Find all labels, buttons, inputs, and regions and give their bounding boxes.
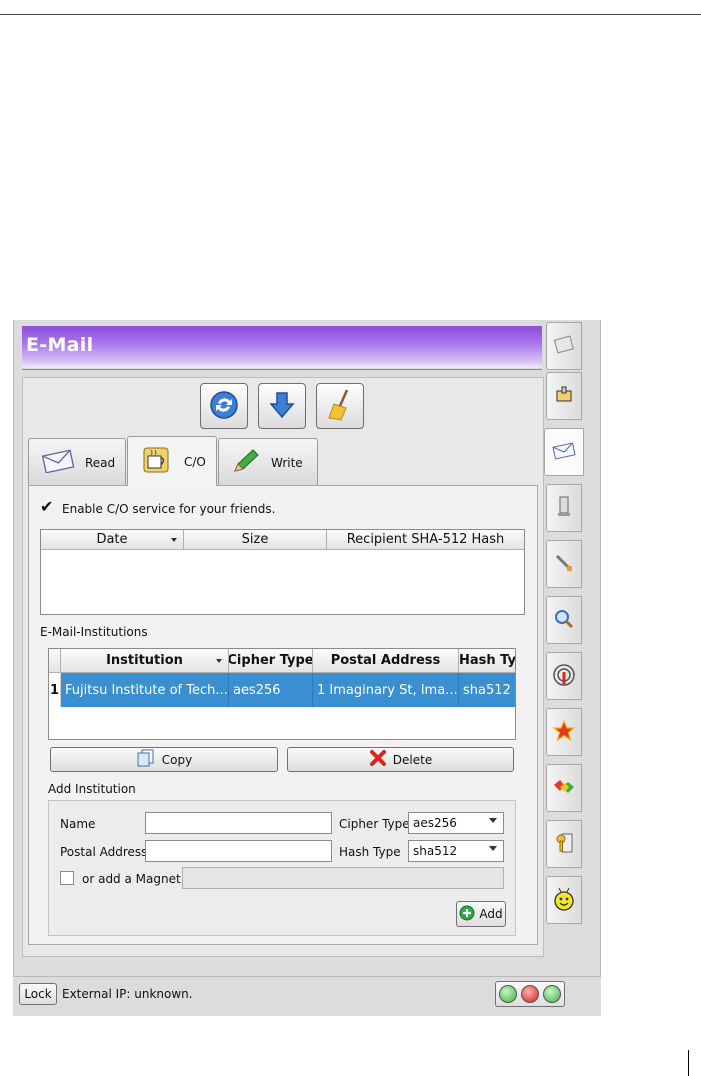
tab-co-label: C/O: [184, 454, 206, 469]
postal-address-input[interactable]: [145, 840, 332, 862]
sidebar-item-chat[interactable]: [546, 876, 582, 924]
green-status-light-icon[interactable]: [499, 985, 517, 1003]
add-institution-group-label: Add Institution: [48, 782, 136, 796]
tab-read-label: Read: [85, 455, 116, 470]
sidebar-item-listeners[interactable]: [546, 484, 582, 532]
header-banner: [22, 326, 542, 368]
download-arrow-icon: [267, 390, 297, 423]
name-input[interactable]: [145, 812, 332, 834]
cable-icon: [553, 552, 575, 577]
column-header-date[interactable]: Date: [41, 530, 184, 550]
sidebar-item-starbeam[interactable]: [546, 708, 582, 756]
name-label: Name: [60, 817, 96, 831]
table-cell-hash[interactable]: sha512: [459, 673, 515, 707]
column-header-recipient-hash[interactable]: Recipient SHA-512 Hash: [327, 530, 524, 550]
key-icon: [553, 831, 575, 858]
magnet-checkbox[interactable]: [60, 871, 74, 885]
id-card-icon: [553, 385, 575, 408]
enable-co-label: Enable C/O service for your friends.: [62, 502, 276, 516]
external-ip-status: External IP: unknown.: [62, 987, 193, 1001]
tab-write-label: Write: [271, 455, 303, 470]
sidebar-item-rosetta[interactable]: [546, 764, 582, 812]
sidebar-item-news[interactable]: [546, 322, 582, 370]
search-icon: [553, 608, 575, 633]
sort-down-icon: [171, 538, 177, 542]
copy-button[interactable]: Copy: [50, 747, 278, 772]
institutions-section-label: E-Mail-Institutions: [40, 625, 148, 639]
broom-icon: [325, 388, 355, 425]
green-status-light-icon[interactable]: [543, 985, 561, 1003]
tab-write[interactable]: Write: [218, 438, 318, 486]
magnet-label: or add a Magnet: [82, 872, 181, 886]
cipher-type-select[interactable]: aes256: [408, 812, 504, 834]
lock-button[interactable]: Lock: [19, 983, 57, 1005]
dropdown-arrow-icon: [489, 846, 497, 851]
postal-address-label: Postal Address: [60, 845, 148, 859]
hash-type-label: Hash Type: [339, 845, 401, 859]
add-institution-button[interactable]: Add: [456, 901, 506, 927]
row-header-corner: [49, 649, 61, 673]
header-divider: [22, 369, 542, 370]
refresh-button[interactable]: [200, 383, 248, 429]
page-title: E-Mail: [26, 334, 94, 356]
tab-co[interactable]: C/O: [127, 436, 217, 486]
coffee-icon: [140, 444, 174, 479]
checkmark-icon: ✔: [40, 497, 54, 516]
row-number[interactable]: 1: [49, 673, 61, 707]
envelope-icon: [552, 441, 576, 464]
gems-icon: [552, 777, 576, 800]
magnet-input[interactable]: [182, 867, 504, 889]
copy-icon: [136, 749, 156, 770]
page-top-rule: [0, 14, 701, 15]
sidebar-item-search[interactable]: [546, 596, 582, 644]
red-x-icon: [369, 749, 387, 770]
column-header-hash-type[interactable]: Hash Typ: [459, 649, 515, 673]
delete-button[interactable]: Delete: [287, 747, 514, 772]
column-header-institution[interactable]: Institution: [61, 649, 229, 673]
co-table[interactable]: Date Size Recipient SHA-512 Hash: [40, 529, 525, 615]
table-cell-cipher[interactable]: aes256: [229, 673, 313, 707]
column-header-size[interactable]: Size: [184, 530, 327, 550]
pencil-icon: [231, 447, 261, 478]
sidebar-item-settings[interactable]: [546, 652, 582, 700]
computer-tower-icon: [553, 495, 575, 522]
star-icon: [552, 718, 576, 745]
sidebar-item-urls[interactable]: [546, 820, 582, 868]
column-header-cipher-type[interactable]: Cipher Type: [229, 649, 313, 673]
sidebar-item-email[interactable]: [544, 428, 584, 476]
retrieve-button[interactable]: [258, 383, 306, 429]
empty-trash-button[interactable]: [316, 383, 364, 429]
antenna-icon: [552, 663, 576, 690]
sidebar-item-neighbors[interactable]: [546, 540, 582, 588]
sidebar-item-buzz[interactable]: [546, 372, 582, 420]
hash-type-select[interactable]: sha512: [408, 840, 504, 862]
tab-read[interactable]: Read: [28, 438, 126, 486]
table-cell-institution[interactable]: Fujitsu Institute of Tech...: [61, 673, 229, 707]
smiley-icon: [552, 886, 576, 915]
page-margin-mark: [688, 1050, 689, 1076]
sort-down-icon: [216, 659, 222, 663]
table-cell-postal[interactable]: 1 Imaginary St, Ima...: [313, 673, 459, 707]
cipher-type-label: Cipher Type: [339, 817, 410, 831]
newspaper-icon: [553, 335, 575, 358]
plus-icon: [459, 905, 475, 924]
dropdown-arrow-icon: [489, 818, 497, 823]
institutions-table[interactable]: Institution Cipher Type Postal Address H…: [48, 648, 516, 740]
enable-co-checkbox[interactable]: ✔: [40, 497, 56, 516]
refresh-icon: [209, 390, 239, 423]
red-status-light-icon[interactable]: [521, 985, 539, 1003]
column-header-postal-address[interactable]: Postal Address: [313, 649, 459, 673]
envelope-icon: [41, 449, 75, 476]
